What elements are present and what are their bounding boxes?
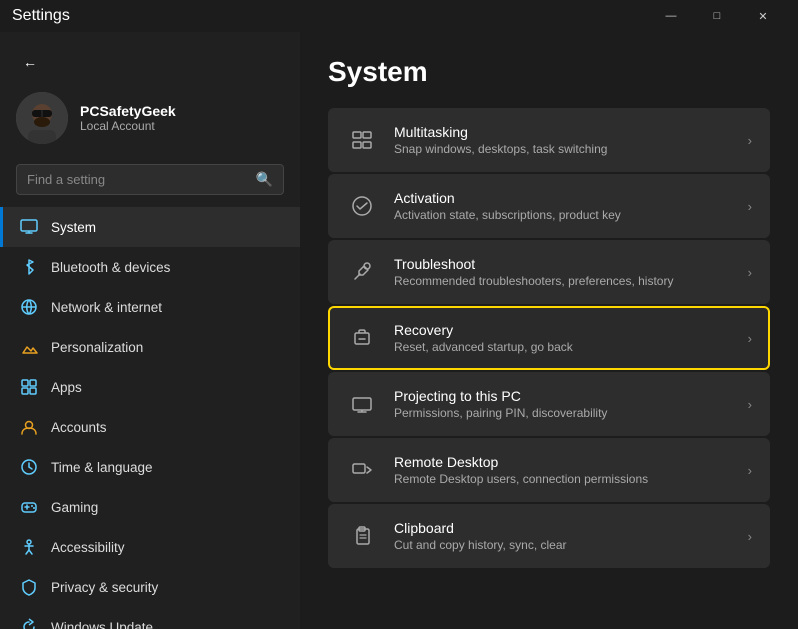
settings-desc-multitasking: Snap windows, desktops, task switching	[394, 142, 732, 156]
search-icon: 🔍	[256, 171, 273, 188]
app-container: ← PCSafetyGeek Local Accou	[0, 32, 798, 629]
nav-label-bluetooth: Bluetooth & devices	[51, 260, 170, 275]
minimize-button[interactable]: —	[648, 0, 694, 32]
nav-icon-apps	[19, 377, 39, 397]
settings-title-projecting: Projecting to this PC	[394, 388, 732, 404]
titlebar: Settings — □ ✕	[0, 0, 798, 32]
settings-desc-activation: Activation state, subscriptions, product…	[394, 208, 732, 222]
nav-icon-update	[19, 617, 39, 629]
settings-item-activation[interactable]: Activation Activation state, subscriptio…	[328, 174, 770, 238]
titlebar-title: Settings	[12, 7, 70, 25]
nav-label-personalization: Personalization	[51, 340, 143, 355]
chevron-icon-projecting: ›	[748, 397, 752, 412]
avatar	[16, 92, 68, 144]
sidebar-item-privacy[interactable]: Privacy & security	[0, 567, 300, 607]
settings-icon-multitasking	[346, 124, 378, 156]
chevron-icon-activation: ›	[748, 199, 752, 214]
settings-desc-projecting: Permissions, pairing PIN, discoverabilit…	[394, 406, 732, 420]
sidebar-item-update[interactable]: Windows Update	[0, 607, 300, 629]
settings-text-multitasking: Multitasking Snap windows, desktops, tas…	[394, 124, 732, 156]
nav-icon-personalization	[19, 337, 39, 357]
settings-desc-clipboard: Cut and copy history, sync, clear	[394, 538, 732, 552]
nav-label-privacy: Privacy & security	[51, 580, 158, 595]
settings-text-troubleshoot: Troubleshoot Recommended troubleshooters…	[394, 256, 732, 288]
chevron-icon-multitasking: ›	[748, 133, 752, 148]
nav-icon-system	[19, 217, 39, 237]
nav-label-accounts: Accounts	[51, 420, 107, 435]
settings-desc-remote: Remote Desktop users, connection permiss…	[394, 472, 732, 486]
settings-text-activation: Activation Activation state, subscriptio…	[394, 190, 732, 222]
settings-item-multitasking[interactable]: Multitasking Snap windows, desktops, tas…	[328, 108, 770, 172]
titlebar-left: Settings	[12, 7, 70, 25]
settings-icon-recovery	[346, 322, 378, 354]
nav-icon-gaming	[19, 497, 39, 517]
nav-list: System Bluetooth & devices Network & int…	[0, 207, 300, 629]
settings-icon-activation	[346, 190, 378, 222]
settings-icon-projecting	[346, 388, 378, 420]
sidebar-header: ←	[0, 32, 300, 84]
nav-icon-accounts	[19, 417, 39, 437]
sidebar-item-time[interactable]: Time & language	[0, 447, 300, 487]
profile-section: PCSafetyGeek Local Account	[0, 84, 300, 160]
settings-item-recovery[interactable]: Recovery Reset, advanced startup, go bac…	[328, 306, 770, 370]
settings-title-activation: Activation	[394, 190, 732, 206]
chevron-icon-clipboard: ›	[748, 529, 752, 544]
settings-item-remote[interactable]: Remote Desktop Remote Desktop users, con…	[328, 438, 770, 502]
sidebar-item-gaming[interactable]: Gaming	[0, 487, 300, 527]
back-button[interactable]: ←	[16, 48, 44, 76]
nav-label-apps: Apps	[51, 380, 82, 395]
settings-item-troubleshoot[interactable]: Troubleshoot Recommended troubleshooters…	[328, 240, 770, 304]
sidebar-item-accounts[interactable]: Accounts	[0, 407, 300, 447]
settings-item-projecting[interactable]: Projecting to this PC Permissions, pairi…	[328, 372, 770, 436]
maximize-button[interactable]: □	[694, 0, 740, 32]
chevron-icon-recovery: ›	[748, 331, 752, 346]
sidebar-item-network[interactable]: Network & internet	[0, 287, 300, 327]
settings-text-remote: Remote Desktop Remote Desktop users, con…	[394, 454, 732, 486]
sidebar-item-personalization[interactable]: Personalization	[0, 327, 300, 367]
sidebar-item-accessibility[interactable]: Accessibility	[0, 527, 300, 567]
nav-label-gaming: Gaming	[51, 500, 98, 515]
settings-text-recovery: Recovery Reset, advanced startup, go bac…	[394, 322, 732, 354]
profile-name: PCSafetyGeek	[80, 103, 176, 119]
settings-text-clipboard: Clipboard Cut and copy history, sync, cl…	[394, 520, 732, 552]
settings-text-projecting: Projecting to this PC Permissions, pairi…	[394, 388, 732, 420]
settings-desc-troubleshoot: Recommended troubleshooters, preferences…	[394, 274, 732, 288]
sidebar-item-system[interactable]: System	[0, 207, 300, 247]
profile-subtitle: Local Account	[80, 119, 176, 133]
chevron-icon-remote: ›	[748, 463, 752, 478]
page-title: System	[328, 56, 770, 88]
settings-item-clipboard[interactable]: Clipboard Cut and copy history, sync, cl…	[328, 504, 770, 568]
nav-icon-privacy	[19, 577, 39, 597]
settings-title-clipboard: Clipboard	[394, 520, 732, 536]
settings-icon-remote	[346, 454, 378, 486]
nav-icon-accessibility	[19, 537, 39, 557]
search-input[interactable]	[27, 172, 248, 187]
nav-label-time: Time & language	[51, 460, 153, 475]
search-box[interactable]: 🔍	[16, 164, 284, 195]
settings-list: Multitasking Snap windows, desktops, tas…	[328, 108, 770, 568]
sidebar-item-bluetooth[interactable]: Bluetooth & devices	[0, 247, 300, 287]
nav-icon-bluetooth	[19, 257, 39, 277]
nav-label-accessibility: Accessibility	[51, 540, 125, 555]
nav-label-update: Windows Update	[51, 620, 153, 629]
sidebar-item-apps[interactable]: Apps	[0, 367, 300, 407]
settings-title-troubleshoot: Troubleshoot	[394, 256, 732, 272]
settings-title-recovery: Recovery	[394, 322, 732, 338]
content-area: System Multitasking Snap windows, deskto…	[300, 32, 798, 629]
chevron-icon-troubleshoot: ›	[748, 265, 752, 280]
settings-title-multitasking: Multitasking	[394, 124, 732, 140]
settings-icon-troubleshoot	[346, 256, 378, 288]
sidebar: ← PCSafetyGeek Local Accou	[0, 32, 300, 629]
titlebar-controls: — □ ✕	[648, 0, 786, 32]
profile-info: PCSafetyGeek Local Account	[80, 103, 176, 133]
nav-label-network: Network & internet	[51, 300, 162, 315]
settings-desc-recovery: Reset, advanced startup, go back	[394, 340, 732, 354]
settings-icon-clipboard	[346, 520, 378, 552]
nav-label-system: System	[51, 220, 96, 235]
nav-icon-time	[19, 457, 39, 477]
settings-title-remote: Remote Desktop	[394, 454, 732, 470]
close-button[interactable]: ✕	[740, 0, 786, 32]
nav-icon-network	[19, 297, 39, 317]
